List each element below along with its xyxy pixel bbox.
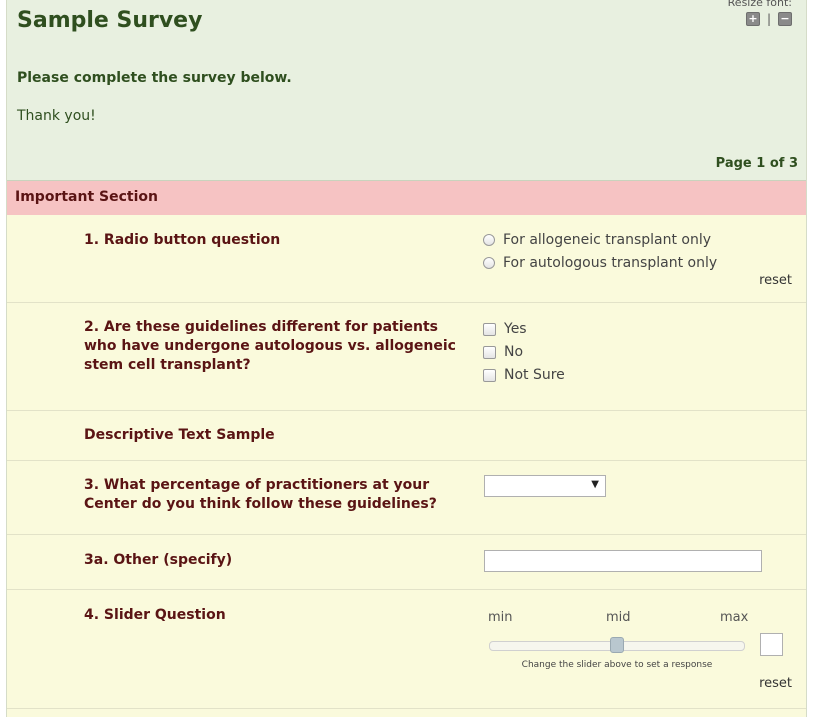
checkbox-option-label: No: [504, 344, 524, 360]
checkbox-option-label: Yes: [504, 321, 527, 337]
radio-button[interactable]: [483, 234, 495, 246]
decrease-font-icon[interactable]: −: [778, 12, 792, 26]
resize-font-controls: + | −: [745, 12, 792, 26]
section-header: Important Section: [7, 181, 806, 215]
resize-separator: |: [766, 12, 771, 26]
radio-option-allogeneic[interactable]: For allogeneic transplant only: [483, 232, 711, 248]
question-row-q2: 2. Are these guidelines different for pa…: [7, 303, 806, 411]
survey-header: Sample Survey Resize font: + | − Please …: [7, 0, 806, 181]
increase-font-icon[interactable]: +: [745, 12, 760, 26]
question-label: 4. Slider Question: [84, 607, 226, 623]
resize-font-label: Resize font:: [727, 0, 792, 9]
survey-title: Sample Survey: [17, 8, 203, 33]
survey-instructions: Please complete the survey below.: [17, 70, 292, 86]
question-label: 3. What percentage of practitioners at y…: [84, 477, 437, 512]
section-title: Important Section: [15, 189, 158, 205]
page-indicator: Page 1 of 3: [715, 156, 798, 171]
descriptive-row: Descriptive Text Sample: [7, 411, 806, 461]
percentage-dropdown[interactable]: ▼: [484, 475, 606, 497]
radio-option-label: For allogeneic transplant only: [503, 232, 712, 248]
other-specify-input[interactable]: [484, 550, 762, 572]
chevron-down-icon[interactable]: ▼: [591, 479, 599, 490]
question-label: 2. Are these guidelines different for pa…: [84, 319, 456, 373]
checkbox[interactable]: [483, 345, 496, 359]
slider-max-label: max: [720, 610, 749, 625]
radio-option-label: For autologous transplant only: [503, 255, 718, 271]
slider-help-text: Change the slider above to set a respons…: [521, 660, 713, 670]
radio-option-autologous[interactable]: For autologous transplant only: [483, 255, 717, 271]
question-row-q3a: 3a. Other (specify): [7, 535, 806, 590]
slider-handle[interactable]: [610, 637, 624, 653]
checkbox[interactable]: [483, 322, 496, 336]
question-row-q3: 3. What percentage of practitioners at y…: [7, 461, 806, 535]
question-label: 1. Radio button question: [84, 232, 281, 248]
checkbox-option-no[interactable]: No: [483, 344, 523, 360]
slider-mid-label: mid: [606, 610, 631, 625]
next-question-row: [7, 709, 806, 717]
checkbox[interactable]: [483, 368, 496, 382]
radio-button[interactable]: [483, 257, 495, 269]
survey-container: Sample Survey Resize font: + | − Please …: [6, 0, 807, 717]
question-row-q4: 4. Slider Question min mid max Change th…: [7, 590, 806, 709]
slider-value-input[interactable]: [760, 633, 783, 656]
checkbox-option-not-sure[interactable]: Not Sure: [483, 367, 565, 383]
question-row-q1: 1. Radio button question For allogeneic …: [7, 215, 806, 303]
checkbox-option-yes[interactable]: Yes: [483, 321, 527, 337]
question-label: 3a. Other (specify): [84, 552, 233, 568]
slider-min-label: min: [488, 610, 513, 625]
descriptive-text: Descriptive Text Sample: [84, 427, 275, 443]
reset-link[interactable]: reset: [759, 273, 792, 288]
survey-thanks: Thank you!: [17, 108, 96, 124]
checkbox-option-label: Not Sure: [504, 367, 565, 383]
slider-track[interactable]: [489, 637, 745, 653]
reset-link[interactable]: reset: [759, 676, 792, 691]
